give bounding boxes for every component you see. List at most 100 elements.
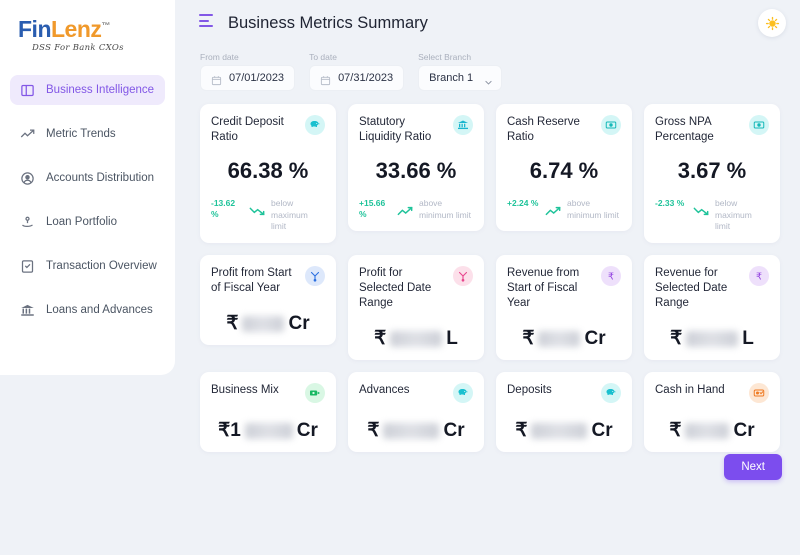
sun-icon[interactable] [758,9,786,37]
card-header: Revenue for Selected Date Range ₹ [655,265,769,312]
card-title: Business Mix [211,384,279,397]
next-button[interactable]: Next [724,454,782,480]
metrics-row-profit-revenue: Profit from Start of Fiscal Year ₹ Cr Pr… [200,254,785,361]
redacted-value [685,422,730,439]
card-header: Business Mix [211,383,325,404]
card-title: Credit Deposit Ratio [211,116,284,144]
redacted-value [531,422,588,439]
branch-select-value: Branch 1 [429,72,474,84]
card-statutory-liquidity-ratio[interactable]: Statutory Liquidity Ratio 33.66 % +15.66… [348,104,484,232]
delta-note: below maximum limit [715,198,752,232]
card-profit-from-start-of-fiscal-year[interactable]: Profit from Start of Fiscal Year ₹ Cr [200,254,336,346]
delta-value: -13.62 % [211,198,236,220]
card-value: ₹ L [359,327,473,350]
card-gross-npa-percentage[interactable]: Gross NPA Percentage 3.67 % -2.33 % belo… [644,104,780,243]
to-date-group: To date 07/31/2023 [309,52,405,91]
delta-note: above minimum limit [419,198,471,220]
cash-note-icon [601,115,621,135]
trend-up-icon [397,198,413,221]
card-title: Profit for Selected Date Range [359,266,432,310]
sidebar-item-business-intelligence[interactable]: Business Intelligence [10,75,165,105]
trend-icon [20,127,35,142]
card-advances[interactable]: Advances ₹ Cr [348,372,484,453]
card-delta: -13.62 % below maximum limit [211,198,325,232]
card-cash-reserve-ratio[interactable]: Cash Reserve Ratio 6.74 % +2.24 % above … [496,104,632,232]
card-cash-in-hand[interactable]: Cash in Hand ₹ Cr [644,372,780,453]
value-unit: L [742,327,754,349]
to-date-label: To date [309,52,337,62]
card-profit-for-selected-date-range[interactable]: Profit for Selected Date Range ₹ L [348,254,484,361]
from-date-group: From date 07/01/2023 [200,52,296,91]
card-title: Gross NPA Percentage [655,116,714,144]
value-unit: Cr [733,419,755,441]
page-title: Business Metrics Summary [228,13,428,32]
currency-symbol: ₹ [522,328,535,350]
account-circle-icon [20,171,35,186]
piggy-bank-icon [453,383,473,404]
wallet-icon [749,383,769,404]
business-money-icon [305,383,325,404]
currency-symbol: ₹ [669,420,682,442]
card-title: Revenue from Start of Fiscal Year [507,266,580,310]
brand-logo: FinLenz™ DSS For Bank CXOs [0,12,175,54]
revenue-rupee-icon: ₹ [601,265,621,286]
sidebar-item-label: Transaction Overview [46,260,157,272]
svg-text:₹: ₹ [756,271,762,282]
card-title: Statutory Liquidity Ratio [359,116,432,144]
chevron-down-icon [484,74,493,85]
metrics-row-ratios: Credit Deposit Ratio 66.38 % -13.62 % be… [200,104,785,243]
cash-note-icon [749,115,769,135]
card-business-mix[interactable]: Business Mix ₹1 Cr [200,372,336,453]
card-credit-deposit-ratio[interactable]: Credit Deposit Ratio 66.38 % -13.62 % be… [200,104,336,243]
branch-select-label: Select Branch [418,52,472,62]
currency-symbol: ₹ [670,328,683,350]
redacted-value [390,330,443,347]
card-title: Cash Reserve Ratio [507,116,580,144]
sidebar-item-label: Business Intelligence [46,84,155,96]
card-deposits[interactable]: Deposits ₹ Cr [496,372,632,453]
currency-symbol: ₹ [515,420,528,442]
sidebar-item-metric-trends[interactable]: Metric Trends [10,119,165,149]
card-revenue-from-start-of-fiscal-year[interactable]: Revenue from Start of Fiscal Year ₹ ₹ Cr [496,254,632,361]
card-delta: +2.24 % above minimum limit [507,198,621,221]
sidebar-item-loan-portfolio[interactable]: Loan Portfolio [10,207,165,237]
sidebar-item-accounts-distribution[interactable]: Accounts Distribution [10,163,165,193]
card-value: ₹ L [655,327,769,350]
card-title: Revenue for Selected Date Range [655,266,728,310]
card-header: Advances [359,383,473,404]
redacted-value [244,422,293,439]
trend-down-icon [693,198,709,221]
sidebar-item-label: Loan Portfolio [46,216,117,228]
card-header: Profit from Start of Fiscal Year [211,265,325,296]
card-title: Profit from Start of Fiscal Year [211,266,292,294]
transaction-list-icon [20,259,35,274]
delta-note: above minimum limit [567,198,619,220]
to-date-value: 07/31/2023 [338,72,394,84]
card-header: Cash Reserve Ratio [507,115,621,145]
to-date-input[interactable]: 07/31/2023 [309,65,405,91]
hamburger-icon[interactable] [199,14,217,32]
sidebar-item-transaction-overview[interactable]: Transaction Overview [10,251,165,281]
branch-select[interactable]: Branch 1 [418,65,503,91]
from-date-label: From date [200,52,239,62]
card-header: Deposits [507,383,621,404]
sidebar-item-label: Loans and Advances [46,304,153,316]
sidebar-item-loans-and-advances[interactable]: Loans and Advances [10,295,165,325]
redacted-value [383,422,440,439]
card-title: Deposits [507,384,552,397]
card-value: ₹ Cr [359,419,473,442]
value-unit: L [446,327,458,349]
card-delta: -2.33 % below maximum limit [655,198,769,232]
calendar-icon [320,73,331,85]
piggy-bank-icon [305,115,325,135]
redacted-value [242,315,285,332]
delta-value: +15.66 % [359,198,386,220]
card-value: 3.67 % [677,158,747,184]
card-value: 6.74 % [529,158,599,184]
card-header: Credit Deposit Ratio [211,115,325,145]
card-value: ₹1 Cr [211,419,325,442]
from-date-input[interactable]: 07/01/2023 [200,65,296,91]
card-header: Gross NPA Percentage [655,115,769,145]
card-revenue-for-selected-date-range[interactable]: Revenue for Selected Date Range ₹ ₹ L [644,254,780,361]
card-value: 33.66 % [375,158,457,184]
